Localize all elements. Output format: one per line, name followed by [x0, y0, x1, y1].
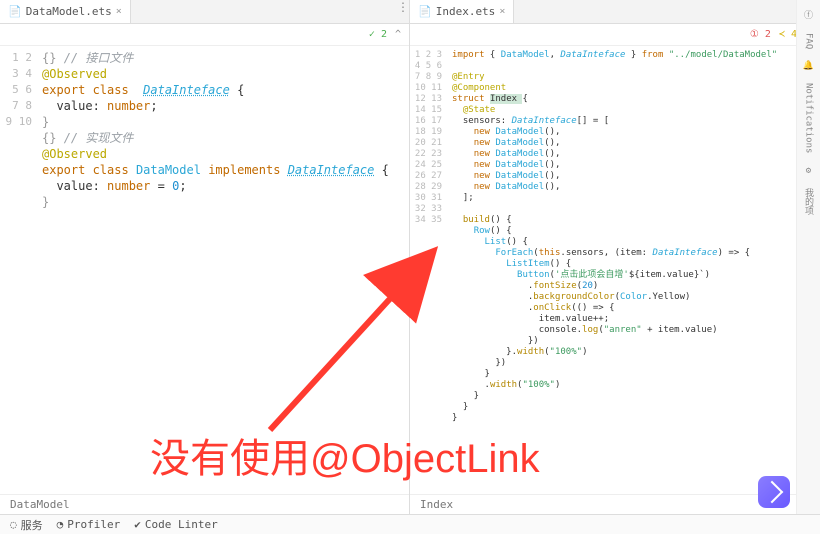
- left-tab-bar: 📄 DataModel.ets × ⋮: [0, 0, 409, 24]
- hint-error[interactable]: ① 2: [750, 29, 771, 40]
- tools-icon[interactable]: ⚙: [806, 166, 811, 176]
- hint-warn[interactable]: ≺ 4: [779, 29, 797, 40]
- tab-label: Index.ets: [436, 5, 496, 18]
- right-gutter: 1 2 3 4 5 6 7 8 9 10 11 12 13 14 15 16 1…: [410, 46, 448, 494]
- right-editor[interactable]: 1 2 3 4 5 6 7 8 9 10 11 12 13 14 15 16 1…: [410, 46, 819, 494]
- tab-datamodel[interactable]: 📄 DataModel.ets ×: [0, 0, 131, 23]
- notifications-label[interactable]: Notifications: [804, 83, 814, 153]
- status-linter[interactable]: ✔Code Linter: [134, 518, 217, 531]
- right-tab-bar: 📄 Index.ets × ⋮: [410, 0, 819, 24]
- tab-index[interactable]: 📄 Index.ets ×: [410, 0, 514, 23]
- notifications-icon[interactable]: 🔔: [803, 61, 814, 71]
- tab-overflow-menu[interactable]: ⋮: [397, 0, 409, 23]
- tools-label[interactable]: 我的项: [802, 188, 815, 215]
- faq-label[interactable]: FAQ: [804, 33, 814, 49]
- linter-icon: ✔: [134, 518, 141, 531]
- left-editor[interactable]: 1 2 3 4 5 6 7 8 9 10 {} // 接口文件 @Observe…: [0, 46, 409, 494]
- file-icon: 📄: [418, 5, 432, 18]
- right-editor-pane: 📄 Index.ets × ⋮ ① 2 ≺ 4 ^ 1 2 3 4 5 6 7 …: [410, 0, 820, 514]
- status-services[interactable]: ◌服务: [10, 517, 43, 533]
- profiler-icon: ◔: [57, 518, 64, 531]
- plug-icon: ◌: [10, 518, 17, 531]
- right-tool-sidebar: ⓕ FAQ 🔔 Notifications ⚙ 我的项: [796, 0, 820, 514]
- tab-label: DataModel.ets: [26, 5, 112, 18]
- status-profiler[interactable]: ◔Profiler: [57, 518, 121, 531]
- right-code[interactable]: import { DataModel, DataInteface } from …: [448, 46, 819, 494]
- left-code[interactable]: {} // 接口文件 @Observed export class DataIn…: [38, 46, 409, 494]
- hint-menu[interactable]: ^: [395, 29, 401, 40]
- right-inspection-bar: ① 2 ≺ 4 ^: [410, 24, 819, 46]
- left-inspection-bar: ✓ 2 ^: [0, 24, 409, 46]
- file-icon: 📄: [8, 5, 22, 18]
- left-breadcrumb[interactable]: DataModel: [0, 494, 409, 514]
- left-editor-pane: 📄 DataModel.ets × ⋮ ✓ 2 ^ 1 2 3 4 5 6 7 …: [0, 0, 410, 514]
- close-icon[interactable]: ×: [116, 6, 122, 17]
- ai-assistant-button[interactable]: [758, 476, 790, 508]
- status-bar: ◌服务 ◔Profiler ✔Code Linter: [0, 514, 820, 534]
- hint-pass: ✓ 2: [369, 29, 387, 40]
- faq-icon[interactable]: ⓕ: [804, 8, 813, 21]
- left-gutter: 1 2 3 4 5 6 7 8 9 10: [0, 46, 38, 494]
- close-icon[interactable]: ×: [499, 6, 505, 17]
